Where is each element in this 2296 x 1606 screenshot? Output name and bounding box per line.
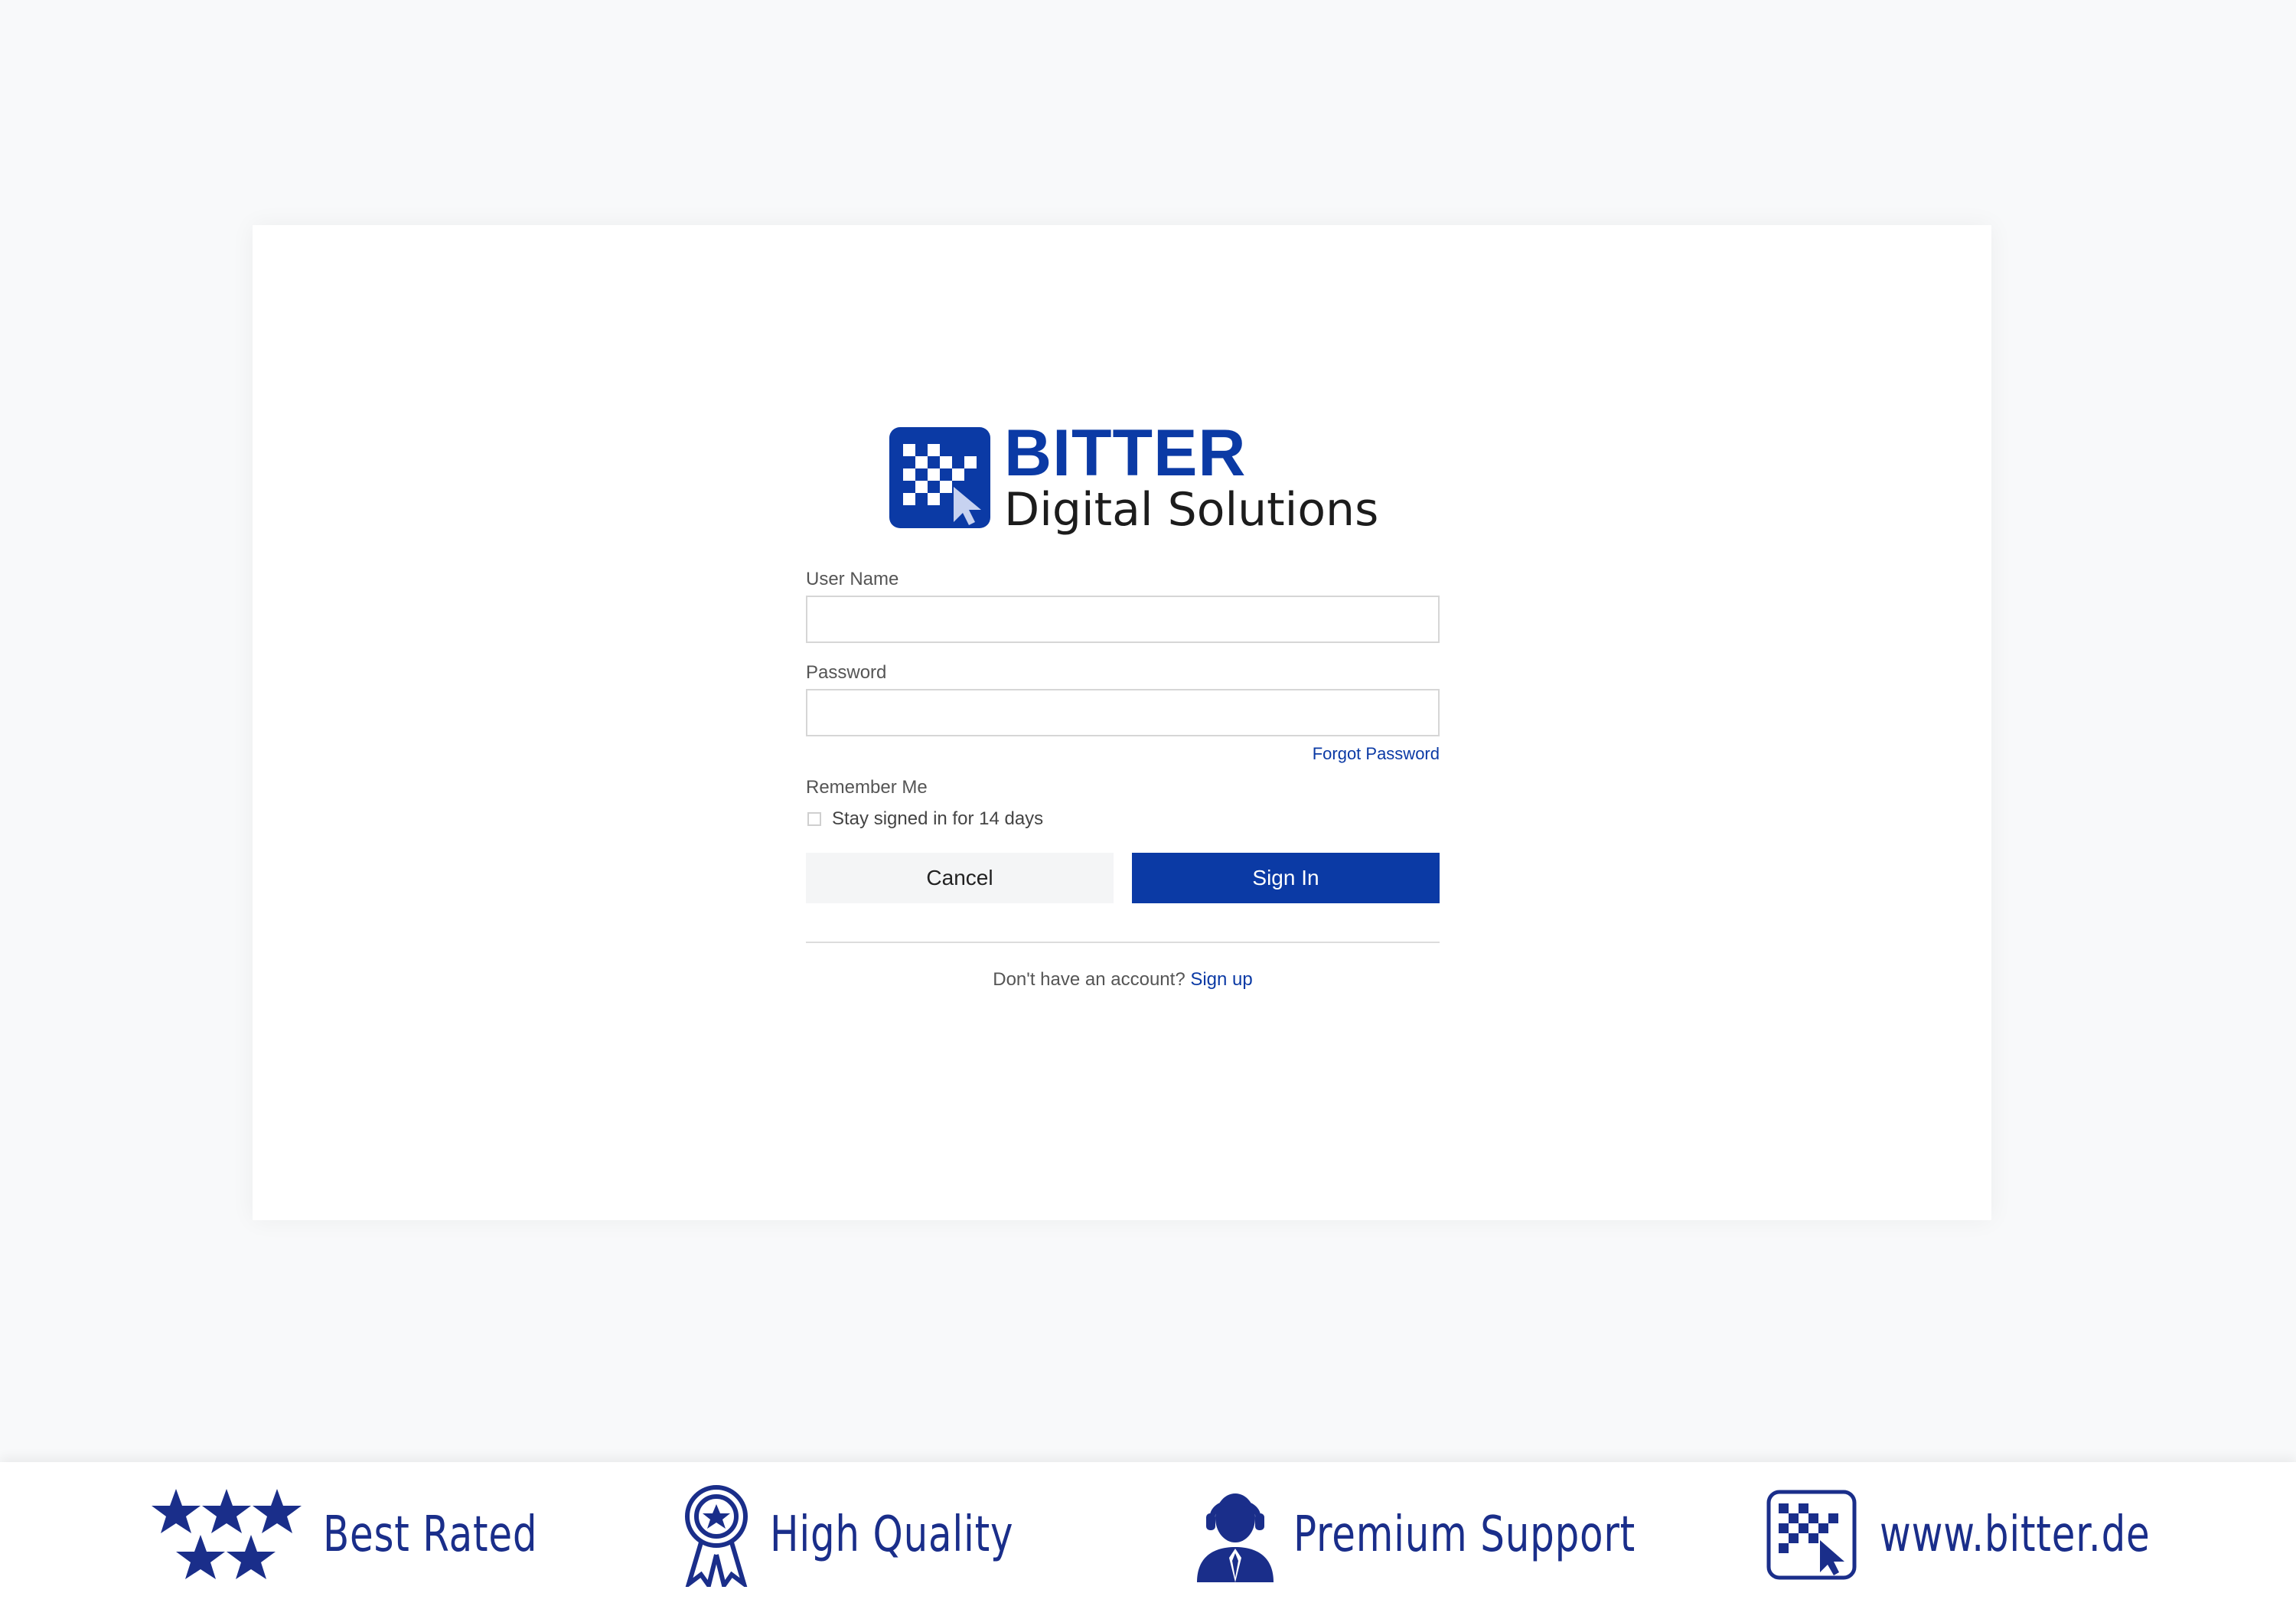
username-field-group: User Name bbox=[806, 566, 1440, 643]
award-ribbon-icon bbox=[685, 1485, 748, 1587]
forgot-password-row: Forgot Password bbox=[806, 744, 1440, 772]
badge-website: www.bitter.de bbox=[1766, 1485, 2226, 1585]
stars-icon bbox=[152, 1489, 302, 1579]
remember-me-row[interactable]: Stay signed in for 14 days bbox=[806, 805, 1440, 833]
brand-subtitle: Digital Solutions bbox=[1004, 483, 1379, 537]
badge-label: High Quality bbox=[770, 1506, 1014, 1563]
sign-in-button[interactable]: Sign In bbox=[1132, 853, 1440, 903]
cancel-button[interactable]: Cancel bbox=[806, 853, 1114, 903]
divider bbox=[806, 942, 1440, 943]
badge-high-quality: High Quality bbox=[680, 1485, 1082, 1587]
sign-up-link[interactable]: Sign up bbox=[1190, 969, 1252, 990]
password-label: Password bbox=[806, 662, 887, 683]
password-field-group: Password bbox=[806, 660, 1440, 736]
remember-me-text: Stay signed in for 14 days bbox=[832, 808, 1044, 829]
no-account-text: Don't have an account? bbox=[993, 969, 1186, 990]
brand-logo: BITTER Digital Solutions bbox=[889, 413, 1379, 537]
badge-label: Best Rated bbox=[323, 1506, 538, 1563]
badge-label: Premium Support bbox=[1293, 1506, 1636, 1563]
form-buttons: Cancel Sign In bbox=[806, 853, 1440, 903]
brand-title: BITTER bbox=[1004, 416, 1247, 490]
badge-premium-support: Premium Support bbox=[1194, 1485, 1732, 1585]
bitter-logo-icon bbox=[1766, 1490, 1857, 1580]
remember-me-label: Remember Me bbox=[806, 777, 928, 798]
username-label: User Name bbox=[806, 569, 899, 589]
support-agent-icon bbox=[1197, 1493, 1274, 1582]
remember-me-checkbox[interactable] bbox=[807, 812, 821, 826]
password-input[interactable] bbox=[806, 689, 1440, 736]
footer-banner: Best Rated High Quality Premium Support … bbox=[0, 1462, 2296, 1606]
username-input[interactable] bbox=[806, 596, 1440, 643]
forgot-password-link[interactable]: Forgot Password bbox=[1313, 744, 1440, 763]
login-form: User Name Password Forgot Password Remem… bbox=[806, 566, 1440, 991]
logo-mark-icon bbox=[889, 427, 990, 528]
badge-label: www.bitter.de bbox=[1880, 1506, 2151, 1563]
badge-best-rated: Best Rated bbox=[152, 1485, 598, 1585]
signup-row: Don't have an account? Sign up bbox=[806, 969, 1440, 991]
